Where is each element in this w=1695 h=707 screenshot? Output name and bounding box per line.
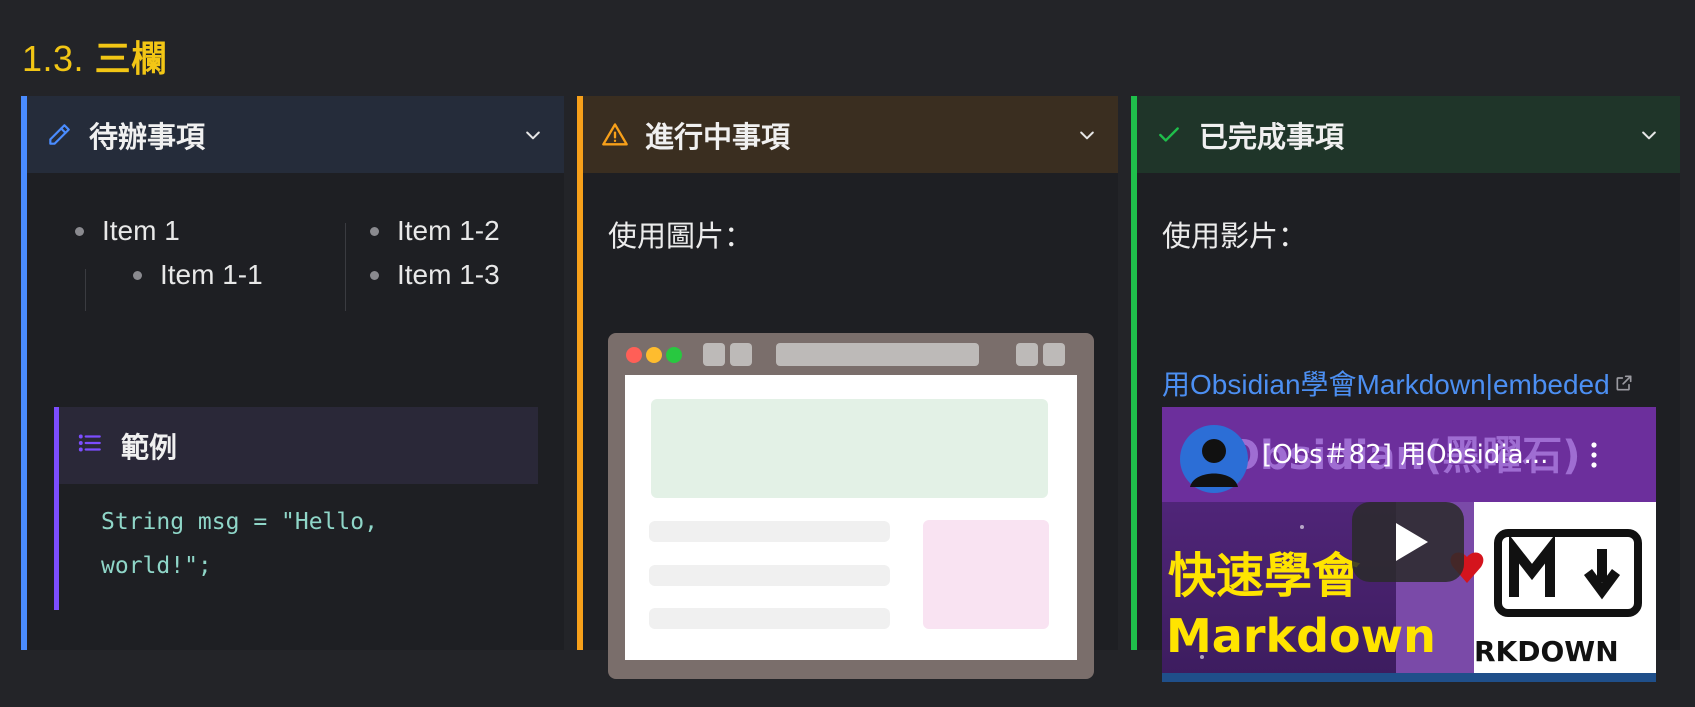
mockup-page xyxy=(625,375,1077,660)
video-label: 使用影片： xyxy=(1162,221,1308,253)
example-callout-header[interactable]: 範例 xyxy=(59,407,538,484)
image-label: 使用圖片： xyxy=(608,221,754,253)
check-icon xyxy=(1155,121,1183,149)
video-thumbnail: Obsidian(黑曜石) 快速學會 Markdown RKDOWN [Obs＃… xyxy=(1162,407,1656,682)
list-left: Item 1 Item 1-1 xyxy=(75,209,345,297)
bullet-icon xyxy=(75,226,84,236)
thumb-rkdown-text: RKDOWN xyxy=(1474,635,1619,668)
list-item-label: Item 1-1 xyxy=(160,259,263,290)
mockup-line xyxy=(649,565,890,586)
section-heading: 1.3. 三欄 xyxy=(22,30,168,82)
toolbar-block xyxy=(1016,343,1038,366)
toolbar-block xyxy=(703,343,725,366)
browser-mockup-image xyxy=(608,333,1094,679)
external-link-icon xyxy=(1614,373,1634,393)
doing-title: 進行中事項 xyxy=(645,121,791,154)
doing-callout-header[interactable]: 進行中事項 xyxy=(583,96,1118,173)
thumb-big-text: 快速學會 xyxy=(1168,548,1361,604)
video-link-text[interactable]: 用Obsidian學會Markdown|embeded xyxy=(1162,363,1610,403)
address-bar xyxy=(776,343,979,366)
video-link[interactable]: 用Obsidian學會Markdown|embeded xyxy=(1162,363,1634,403)
bullet-icon xyxy=(133,270,142,280)
list-item-label: Item 1-2 xyxy=(397,215,500,246)
toolbar-block xyxy=(1043,343,1065,366)
done-title: 已完成事項 xyxy=(1199,121,1345,154)
list-right: Item 1-2 Item 1-3 xyxy=(370,209,560,297)
list-item: Item 1 xyxy=(75,209,345,253)
list-item: Item 1-2 xyxy=(370,209,560,253)
doing-callout: 進行中事項 使用圖片： xyxy=(577,96,1118,679)
mockup-line xyxy=(649,521,890,542)
mockup-card xyxy=(923,520,1049,629)
example-title: 範例 xyxy=(121,431,178,463)
done-callout-header[interactable]: 已完成事項 xyxy=(1137,96,1680,173)
chevron-down-icon[interactable] xyxy=(522,124,544,146)
list-item-label: Item 1-3 xyxy=(397,259,500,290)
pencil-icon xyxy=(45,121,73,149)
chevron-down-icon[interactable] xyxy=(1076,124,1098,146)
toolbar-block xyxy=(730,343,752,366)
done-callout: 已完成事項 使用影片： 用Obsidian學會Markdown|embeded xyxy=(1131,96,1680,682)
todo-callout: 待辦事項 Item 1 Item 1-1 Item 1-2 Item 1-3 範… xyxy=(21,96,564,650)
list-item: Item 1-3 xyxy=(370,253,560,297)
code-block: String msg = "Hello, world!"; xyxy=(59,484,538,588)
list-icon xyxy=(77,430,103,461)
list-item-label: Item 1 xyxy=(102,215,180,246)
mockup-line xyxy=(649,608,890,629)
warning-icon xyxy=(601,121,629,149)
embedded-video[interactable]: Obsidian(黑曜石) 快速學會 Markdown RKDOWN [Obs＃… xyxy=(1162,407,1656,682)
thumb-markdown-text: Markdown xyxy=(1166,609,1436,663)
section-title: 三欄 xyxy=(94,38,168,79)
chevron-down-icon[interactable] xyxy=(1638,124,1660,146)
column-divider xyxy=(345,223,346,311)
window-controls-icon xyxy=(626,347,682,363)
bullet-icon xyxy=(370,270,379,280)
example-callout: 範例 String msg = "Hello, world!"; xyxy=(54,407,538,610)
list-item: Item 1-1 xyxy=(75,253,345,297)
todo-callout-header[interactable]: 待辦事項 xyxy=(27,96,564,173)
section-number: 1.3. xyxy=(22,38,85,79)
code-line: String msg = "Hello, xyxy=(101,509,378,535)
todo-title: 待辦事項 xyxy=(89,121,206,154)
todo-lists: Item 1 Item 1-1 Item 1-2 Item 1-3 xyxy=(27,209,564,311)
indent-guide xyxy=(85,269,86,311)
code-line: world!"; xyxy=(101,553,212,579)
video-title: [Obs＃82] 用Obsidia... xyxy=(1262,440,1548,470)
mockup-hero xyxy=(651,399,1048,498)
bullet-icon xyxy=(370,226,379,236)
